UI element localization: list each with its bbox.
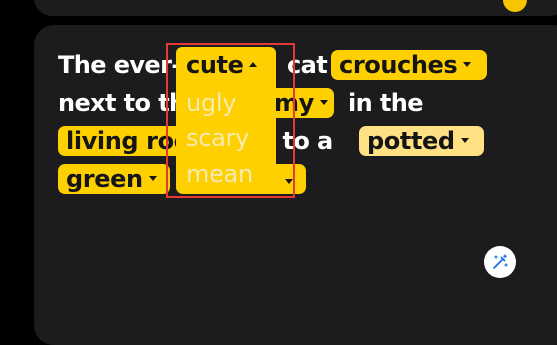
magic-edit-button[interactable]	[484, 246, 516, 278]
adjective-dropdown[interactable]: potted	[359, 126, 484, 156]
chevron-down-icon	[463, 62, 472, 67]
verb-dropdown-label: crouches	[339, 51, 458, 79]
previous-card	[34, 0, 557, 16]
highlight-box	[166, 43, 295, 198]
chevron-down-icon	[319, 100, 328, 105]
color-dropdown-label: green	[66, 165, 143, 193]
verb-dropdown[interactable]: crouches	[331, 50, 487, 80]
magic-wand-edit-icon	[493, 254, 508, 269]
sentence-text-1: The ever-	[58, 51, 181, 79]
chevron-down-icon	[148, 176, 157, 181]
color-dropdown[interactable]: green	[58, 164, 170, 194]
chevron-down-icon	[460, 138, 469, 143]
adjective-dropdown-label: potted	[367, 127, 455, 155]
sentence-text-4: in the	[348, 89, 424, 117]
